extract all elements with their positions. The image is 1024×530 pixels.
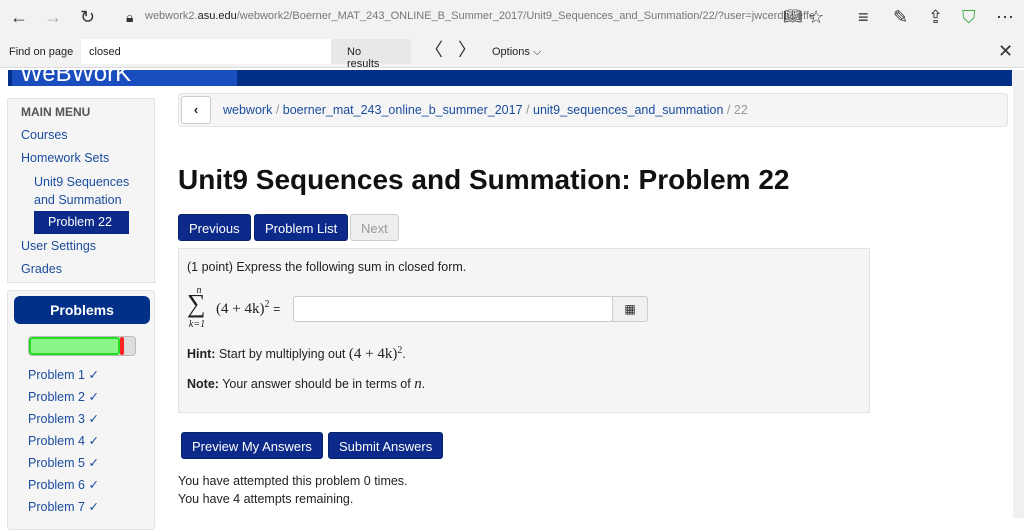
problem-list-button[interactable]: Problem List: [254, 214, 349, 241]
problem-link[interactable]: Problem 6 ✓: [28, 477, 99, 492]
reading-view-icon[interactable]: 📖︎: [783, 6, 802, 28]
favorite-star-icon[interactable]: ☆: [808, 6, 824, 28]
note: Note: Your answer should be in terms of …: [187, 376, 426, 392]
menu-set-line1[interactable]: Unit9 Sequences: [34, 175, 129, 189]
submit-answers-button[interactable]: Submit Answers: [328, 432, 444, 459]
find-input[interactable]: closed: [81, 39, 331, 64]
back-icon[interactable]: ←: [10, 6, 28, 28]
problem-intro: (1 point) Express the following sum in c…: [187, 260, 467, 274]
problem-panel: (1 point) Express the following sum in c…: [178, 248, 870, 413]
find-results: No results: [331, 39, 411, 70]
exp: 2: [264, 299, 270, 310]
problem-link[interactable]: Problem 5 ✓: [28, 455, 99, 470]
menu-courses[interactable]: Courses: [21, 128, 68, 142]
sum-lower: k=1: [188, 319, 206, 330]
next-button[interactable]: Next: [350, 214, 399, 241]
find-options-button[interactable]: Options ⌵: [492, 46, 541, 59]
page-title: Unit9 Sequences and Summation: Problem 2…: [178, 164, 790, 195]
equation-editor-icon[interactable]: ▦: [612, 296, 648, 322]
breadcrumb: ‹ webwork / boerner_mat_243_online_b_sum…: [178, 93, 1008, 127]
problem-link[interactable]: Problem 1 ✓: [28, 367, 99, 382]
crumb-set[interactable]: unit9_sequences_and_summation: [533, 103, 723, 117]
problem-link[interactable]: Problem 3 ✓: [28, 411, 99, 426]
close-find-icon[interactable]: ✕: [998, 40, 1013, 62]
address-bar[interactable]: webwork2.asu.edu/webwork2/Boerner_MAT_24…: [145, 10, 815, 22]
shield-extension-icon[interactable]: ⛉: [962, 6, 976, 28]
webwork-banner: WeBWorK: [8, 70, 1012, 86]
menu-grades[interactable]: Grades: [21, 262, 62, 276]
more-icon[interactable]: ⋯: [996, 6, 1014, 28]
notes-pen-icon[interactable]: ✎: [893, 6, 908, 28]
note-label: Note:: [187, 377, 219, 391]
browser-toolbar: ← → ↻ 🔒︎ webwork2.asu.edu/webwork2/Boern…: [0, 0, 1024, 36]
find-next-icon[interactable]: 〉: [458, 39, 476, 61]
find-previous-icon[interactable]: 〈: [425, 39, 443, 61]
share-icon[interactable]: ⇪: [928, 6, 943, 28]
sigma-icon: ∑: [187, 289, 206, 318]
menu-user-settings[interactable]: User Settings: [21, 239, 96, 253]
note-var: n: [414, 376, 422, 392]
menu-homework-sets[interactable]: Homework Sets: [21, 151, 109, 165]
forward-icon[interactable]: →: [44, 6, 62, 28]
main-menu: MAIN MENU Courses Homework Sets Unit9 Se…: [7, 98, 155, 283]
preview-answers-button[interactable]: Preview My Answers: [181, 432, 323, 459]
attempts-text: You have attempted this problem 0 times.: [178, 474, 408, 488]
hint-expr: (4 + 4k): [348, 346, 398, 363]
previous-button[interactable]: Previous: [178, 214, 251, 241]
crumb-sep: /: [275, 103, 280, 117]
menu-current-problem[interactable]: Problem 22: [34, 211, 129, 234]
find-bar: Find on page closed No results 〈 〉 Optio…: [0, 36, 1024, 70]
find-label: Find on page: [9, 46, 74, 58]
refresh-icon[interactable]: ↻: [80, 6, 95, 28]
back-chevron-button[interactable]: ‹: [181, 96, 211, 124]
answer-input[interactable]: [293, 296, 613, 322]
note-text: Your answer should be in terms of: [222, 377, 411, 391]
problem-link[interactable]: Problem 7 ✓: [28, 499, 99, 514]
problem-link[interactable]: Problem 4 ✓: [28, 433, 99, 448]
progress-bar: [28, 336, 136, 356]
crumb-webwork[interactable]: webwork: [223, 103, 272, 117]
hint-label: Hint:: [187, 347, 216, 362]
webwork-logo[interactable]: WeBWorK: [12, 70, 237, 86]
hub-icon[interactable]: ≡: [858, 6, 869, 28]
menu-set-line2[interactable]: and Summation: [34, 193, 122, 207]
hint-text: Start by multiplying out: [218, 347, 346, 362]
crumb-current: 22: [733, 103, 748, 117]
crumb-course[interactable]: boerner_mat_243_online_b_summer_2017: [283, 103, 523, 117]
menu-title: MAIN MENU: [21, 105, 91, 119]
scrollbar[interactable]: [1013, 70, 1024, 518]
problem-link[interactable]: Problem 2 ✓: [28, 389, 99, 404]
equals: =: [273, 302, 281, 316]
problems-panel: Problems Problem 1 ✓ Problem 2 ✓ Problem 3…: [7, 290, 155, 530]
crumb-sep: /: [726, 103, 731, 117]
expr: (4 + 4k): [216, 301, 265, 317]
progress-correct: [29, 337, 121, 355]
crumb-sep: /: [526, 103, 530, 117]
progress-incorrect: [120, 337, 125, 355]
hint: Hint: Start by multiplying out (4 + 4k)2…: [187, 345, 406, 363]
remaining-text: You have 4 attempts remaining.: [178, 492, 354, 506]
problems-title: Problems: [14, 296, 150, 324]
sum-expression: (4 + 4k)2 =: [216, 299, 280, 318]
hint-exp: 2: [397, 345, 403, 356]
find-options-label: Options: [492, 46, 530, 58]
lock-icon: 🔒︎: [126, 9, 134, 25]
